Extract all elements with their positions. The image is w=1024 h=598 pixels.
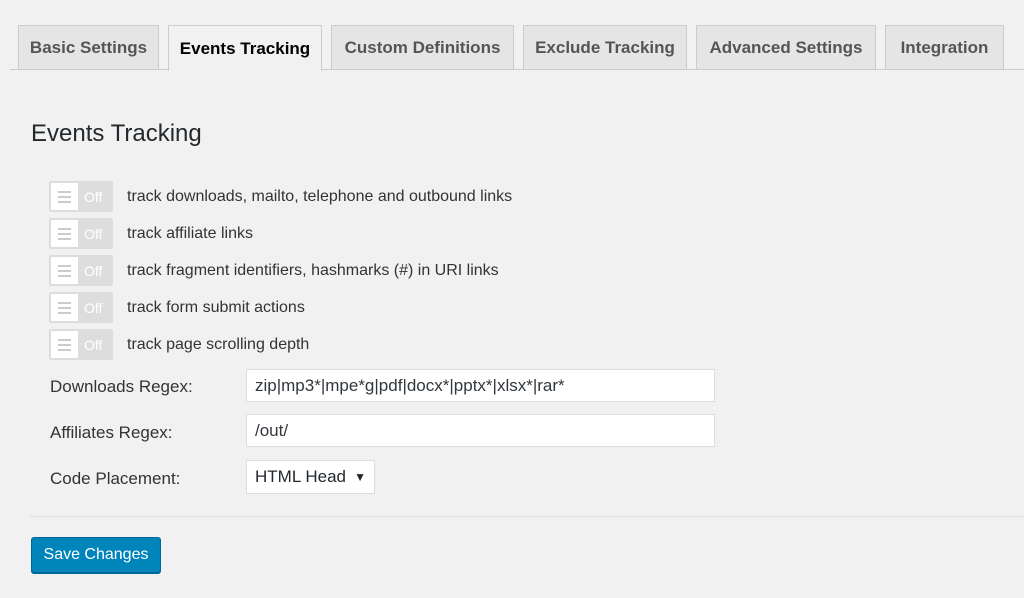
toggle-handle-icon [51, 257, 78, 284]
tab-basic-settings[interactable]: Basic Settings [18, 25, 159, 69]
code-placement-label: Code Placement: [50, 469, 181, 488]
toggle-handle-icon [51, 294, 78, 321]
save-changes-button[interactable]: Save Changes [31, 537, 161, 573]
toggle-switch[interactable]: Off [49, 218, 113, 249]
tab-advanced-settings[interactable]: Advanced Settings [696, 25, 876, 69]
toggle-row-downloads: Off track downloads, mailto, telephone a… [49, 181, 512, 212]
tab-integration[interactable]: Integration [885, 25, 1004, 69]
affiliates-regex-label: Affiliates Regex: [50, 423, 173, 442]
toggle-switch[interactable]: Off [49, 292, 113, 323]
divider [30, 516, 1024, 517]
affiliates-regex-input[interactable] [246, 414, 715, 447]
code-placement-value: HTML Head [255, 467, 347, 486]
toggle-row-hashmarks: Off track fragment identifiers, hashmark… [49, 255, 499, 286]
toggle-switch[interactable]: Off [49, 329, 113, 360]
toggle-state: Off [84, 336, 103, 353]
section-title: Events Tracking [31, 120, 202, 147]
code-placement-select[interactable]: HTML Head ▼ [246, 460, 375, 494]
toggle-label: track page scrolling depth [127, 335, 310, 353]
toggle-state: Off [84, 262, 103, 279]
toggle-row-affiliate: Off track affiliate links [49, 218, 253, 249]
toggle-state: Off [84, 299, 103, 316]
toggle-handle-icon [51, 331, 78, 358]
toggle-state: Off [84, 225, 103, 242]
toggle-label: track affiliate links [127, 224, 253, 242]
toggle-state: Off [84, 188, 103, 205]
tab-custom-definitions[interactable]: Custom Definitions [331, 25, 514, 69]
dropdown-arrow-icon: ▼ [354, 470, 366, 484]
toggle-label: track downloads, mailto, telephone and o… [127, 187, 513, 205]
toggle-handle-icon [51, 220, 78, 247]
toggle-switch[interactable]: Off [49, 181, 113, 212]
toggle-row-scroll-depth: Off track page scrolling depth [49, 329, 309, 360]
toggle-label: track fragment identifiers, hashmarks (#… [127, 261, 499, 279]
downloads-regex-label: Downloads Regex: [50, 377, 193, 396]
toggle-label: track form submit actions [127, 298, 305, 316]
tab-exclude-tracking[interactable]: Exclude Tracking [523, 25, 687, 69]
toggle-row-form-submit: Off track form submit actions [49, 292, 305, 323]
tab-events-tracking[interactable]: Events Tracking [168, 25, 322, 71]
toggle-handle-icon [51, 183, 78, 210]
downloads-regex-input[interactable] [246, 369, 715, 402]
toggle-switch[interactable]: Off [49, 255, 113, 286]
tab-bar-baseline [10, 69, 1024, 70]
